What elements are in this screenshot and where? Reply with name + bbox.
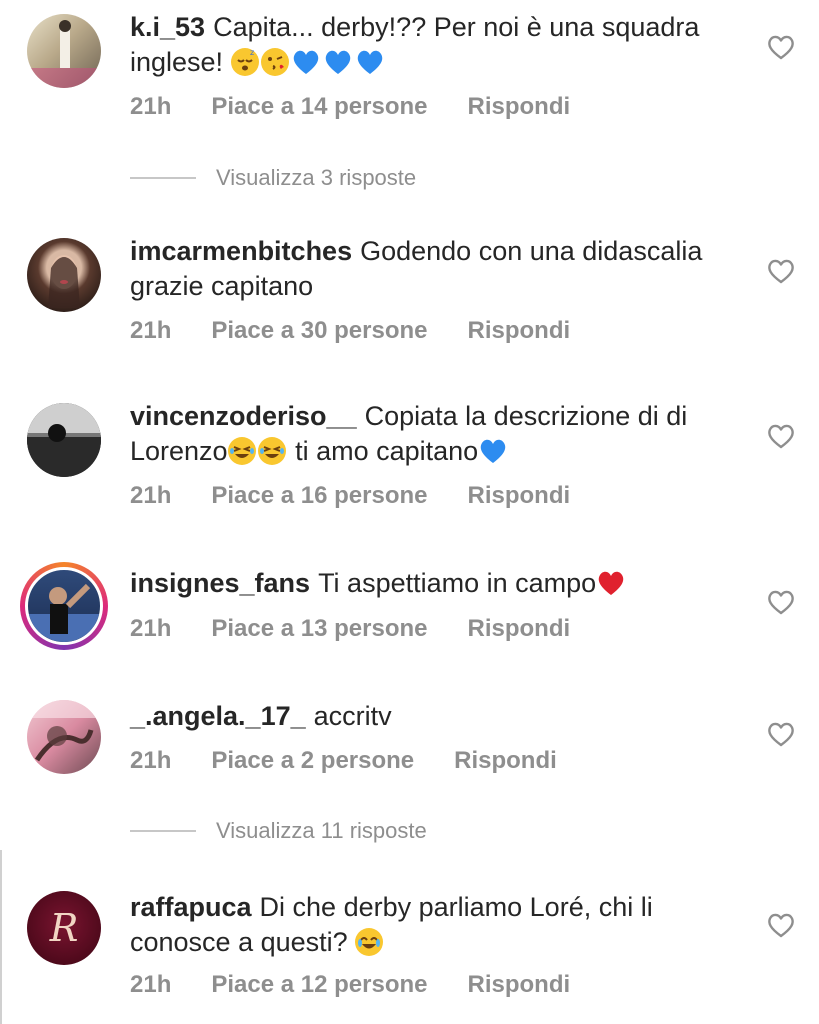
kissing-face-icon	[260, 48, 289, 76]
comment-text: _.angela._17_ accritv	[130, 699, 740, 734]
comment-time: 21h	[130, 747, 172, 774]
avatar-photo	[48, 255, 80, 308]
avatar-photo	[27, 403, 101, 477]
heart-outline-icon[interactable]	[766, 257, 796, 285]
view-replies-label: Visualizza 3 risposte	[216, 165, 417, 190]
comment-meta: 21h Piace a 13 persone Rispondi	[130, 615, 610, 643]
likes-count[interactable]: Piace a 2 persone	[211, 747, 414, 774]
reply-button[interactable]: Rispondi	[468, 482, 571, 509]
comment-username[interactable]: raffapuca	[130, 892, 252, 922]
comment-time: 21h	[130, 93, 172, 120]
heart-outline-icon[interactable]	[766, 33, 796, 61]
blue-heart-icon	[323, 48, 353, 76]
comment-username[interactable]: vincenzoderiso__	[130, 401, 357, 431]
sleeping-face-icon: z	[230, 48, 259, 76]
comment-body: Ti aspettiamo in campo	[318, 568, 597, 598]
reply-button[interactable]: Rispondi	[468, 615, 571, 642]
comment-time: 21h	[130, 615, 172, 642]
reply-button[interactable]: Rispondi	[468, 93, 571, 120]
comment-username[interactable]: insignes_fans	[130, 568, 310, 598]
avatar-letter: R	[49, 906, 79, 950]
blue-heart-icon	[478, 437, 508, 465]
story-ring-avatar[interactable]	[20, 562, 108, 650]
avatar-photo	[27, 20, 101, 88]
comment-username[interactable]: k.i_53	[130, 12, 205, 42]
comment-username[interactable]: imcarmenbitches	[130, 236, 352, 266]
red-heart-icon	[596, 569, 626, 597]
heart-outline-icon[interactable]	[766, 720, 796, 748]
likes-count[interactable]: Piace a 12 persone	[211, 971, 427, 998]
comment-text: insignes_fans Ti aspettiamo in campo	[130, 566, 740, 601]
heart-outline-icon[interactable]	[766, 588, 796, 616]
comment-text: imcarmenbitches Godendo con una didascali…	[130, 234, 740, 304]
avatar-photo	[27, 700, 101, 762]
comment-meta: 21h Piace a 12 persone Rispondi	[130, 971, 610, 999]
comment-time: 21h	[130, 482, 172, 509]
reply-button[interactable]: Rispondi	[468, 971, 571, 998]
avatar-logo: R	[49, 906, 79, 950]
view-replies-button[interactable]: Visualizza 11 risposte	[130, 816, 427, 846]
comment-meta: 21h Piace a 14 persone Rispondi	[130, 93, 610, 121]
likes-count[interactable]: Piace a 30 persone	[211, 317, 427, 344]
comment-time: 21h	[130, 971, 172, 998]
blue-heart-icon	[291, 48, 321, 76]
comment-username[interactable]: _.angela._17_	[130, 701, 306, 731]
heart-outline-icon[interactable]	[766, 422, 796, 450]
view-replies-button[interactable]: Visualizza 3 risposte	[130, 163, 416, 193]
comment-time: 21h	[130, 317, 172, 344]
replies-divider	[130, 830, 196, 832]
avatar[interactable]	[27, 238, 101, 312]
comment-text: raffapuca Di che derby parliamo Loré, chi…	[130, 890, 740, 960]
comment-text: vincenzoderiso__ Copiata la descrizione d…	[130, 399, 740, 469]
likes-count[interactable]: Piace a 16 persone	[211, 482, 427, 509]
comment-meta: 21h Piace a 30 persone Rispondi	[130, 317, 610, 345]
comment-body-tail: ti amo capitano	[287, 436, 479, 466]
avatar	[25, 567, 103, 645]
joy-face-icon	[355, 928, 384, 956]
avatar[interactable]	[27, 14, 101, 88]
view-replies-label: Visualizza 11 risposte	[216, 818, 427, 843]
rofl-face-icon	[257, 437, 286, 465]
likes-count[interactable]: Piace a 14 persone	[211, 93, 427, 120]
comment-text: k.i_53 Capita... derby!?? Per noi è una s…	[130, 10, 740, 80]
thread-divider	[0, 850, 2, 1024]
replies-divider	[130, 177, 196, 179]
blue-heart-icon	[355, 48, 385, 76]
reply-button[interactable]: Rispondi	[454, 747, 557, 774]
comment-meta: 21h Piace a 16 persone Rispondi	[130, 482, 610, 510]
avatar[interactable]: R	[27, 891, 101, 965]
svg-text:z: z	[250, 48, 254, 57]
reply-button[interactable]: Rispondi	[468, 317, 571, 344]
rofl-face-icon	[227, 437, 256, 465]
avatar[interactable]	[27, 403, 101, 477]
likes-count[interactable]: Piace a 13 persone	[211, 615, 427, 642]
avatar-photo	[28, 583, 100, 642]
comment-body: Capita... derby!?? Per noi è una squadra…	[130, 12, 700, 77]
comment-meta: 21h Piace a 2 persone Rispondi	[130, 747, 597, 775]
avatar[interactable]	[27, 700, 101, 774]
heart-outline-icon[interactable]	[766, 911, 796, 939]
comment-body: accritv	[313, 701, 392, 731]
